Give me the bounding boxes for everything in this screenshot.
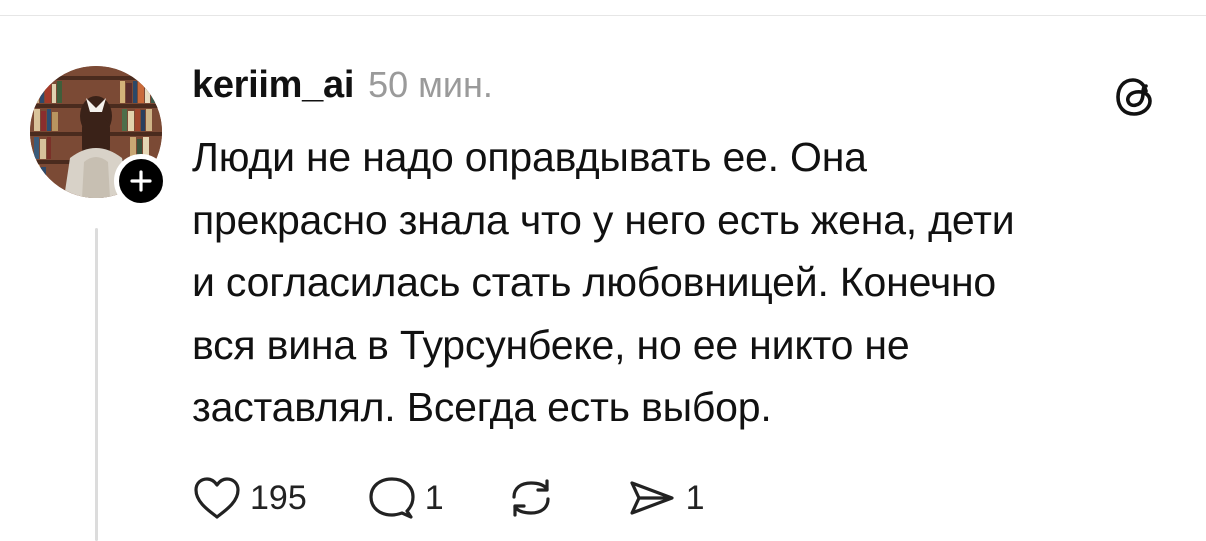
repost-button[interactable] [504, 475, 566, 521]
username[interactable]: keriim_ai [192, 64, 354, 107]
like-button[interactable]: 195 [192, 475, 307, 521]
threads-logo-icon[interactable] [1110, 72, 1160, 122]
plus-icon [130, 170, 152, 192]
repost-icon [512, 479, 550, 517]
timestamp: 50 мин. [368, 64, 493, 105]
reply-button[interactable]: 1 [367, 475, 444, 521]
comment-bubble-icon [369, 477, 415, 519]
follow-button[interactable] [114, 154, 168, 208]
send-icon [630, 481, 674, 515]
share-button[interactable]: 1 [626, 475, 705, 521]
like-count: 195 [250, 478, 307, 517]
top-divider [0, 15, 1206, 16]
reply-count: 1 [424, 478, 444, 517]
post-header: keriim_ai 50 мин. [192, 64, 493, 114]
post-text: Люди не надо оправдывать ее. Она прекрас… [192, 134, 1015, 430]
thread-line [95, 228, 98, 541]
heart-icon [194, 477, 240, 519]
post-actions: 195 1 1 [192, 470, 765, 526]
share-count: 1 [685, 478, 705, 517]
